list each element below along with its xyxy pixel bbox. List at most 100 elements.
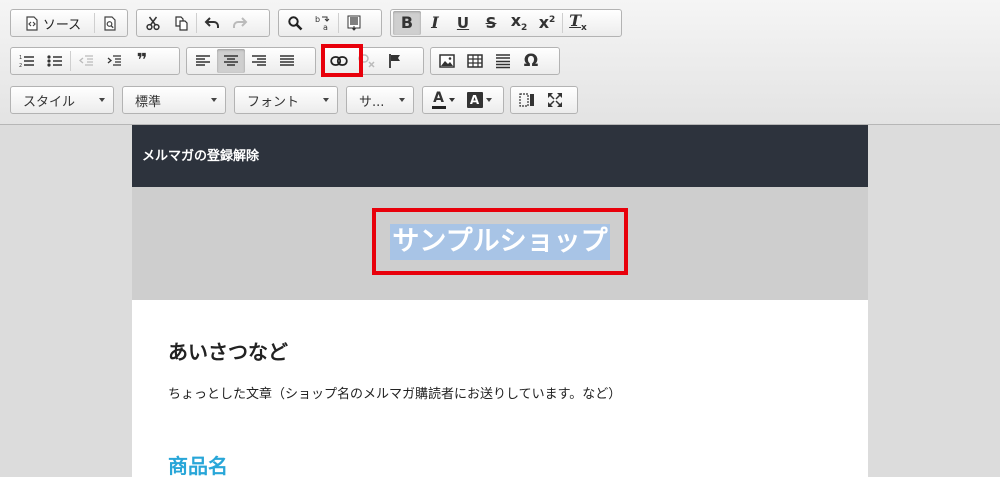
style-dropdown[interactable]: スタイル bbox=[10, 86, 114, 114]
insert-group: Ω bbox=[430, 47, 560, 75]
remove-format-icon: Tx bbox=[569, 11, 587, 34]
superscript-base: x bbox=[538, 12, 550, 32]
bold-icon: B bbox=[400, 13, 414, 32]
blockquote-button[interactable]: ❞ bbox=[128, 49, 156, 73]
horizontal-rule-icon bbox=[495, 53, 511, 69]
font-dropdown-label: フォント bbox=[247, 94, 300, 110]
subscript-base: x bbox=[510, 11, 522, 30]
svg-text:b: b bbox=[315, 15, 320, 24]
table-icon bbox=[467, 54, 483, 68]
bold-button[interactable]: B bbox=[393, 11, 421, 35]
underline-button[interactable]: U bbox=[449, 11, 477, 35]
undo-icon bbox=[204, 16, 220, 30]
svg-text:1: 1 bbox=[19, 55, 22, 61]
chevron-down-icon bbox=[399, 98, 405, 102]
unlink-icon bbox=[358, 54, 376, 68]
colors-group: A A bbox=[422, 86, 504, 114]
superscript-button[interactable]: x2 bbox=[533, 11, 561, 35]
copy-button[interactable] bbox=[167, 11, 195, 35]
scissors-icon bbox=[145, 15, 161, 31]
indent-icon bbox=[106, 54, 122, 68]
align-group bbox=[186, 47, 316, 75]
undo-button[interactable] bbox=[198, 11, 226, 35]
replace-button[interactable]: ba bbox=[309, 11, 337, 35]
image-button[interactable] bbox=[433, 49, 461, 73]
remove-format-mark: x bbox=[581, 23, 587, 33]
select-all-button[interactable] bbox=[340, 11, 368, 35]
align-center-button[interactable] bbox=[217, 49, 245, 73]
background-color-button[interactable]: A bbox=[461, 88, 497, 112]
source-icon bbox=[25, 15, 39, 31]
maximize-button[interactable] bbox=[541, 88, 569, 112]
special-char-button[interactable]: Ω bbox=[517, 49, 545, 73]
omega-icon: Ω bbox=[523, 50, 539, 71]
italic-button[interactable]: I bbox=[421, 11, 449, 35]
preview-icon bbox=[103, 15, 117, 31]
outdent-icon bbox=[78, 54, 94, 68]
text-color-letter: A bbox=[433, 90, 444, 106]
document-group: ソース bbox=[10, 9, 128, 37]
justify-button[interactable] bbox=[273, 49, 301, 73]
chevron-down-icon bbox=[485, 98, 492, 102]
editing-group: ba bbox=[278, 9, 382, 37]
find-button[interactable] bbox=[281, 11, 309, 35]
numbered-list-button[interactable]: 12 bbox=[13, 49, 41, 73]
shop-name-selected-text[interactable]: サンプルショップ bbox=[390, 223, 610, 260]
source-label: ソース bbox=[42, 17, 82, 33]
mail-template: メルマガの登録解除 サンプルショップ あいさつなど ちょっとした文章（ショップ名… bbox=[132, 125, 868, 477]
svg-text:a: a bbox=[323, 23, 328, 32]
maximize-icon bbox=[547, 92, 563, 108]
greeting-heading: あいさつなど bbox=[168, 340, 288, 364]
redo-button[interactable] bbox=[226, 11, 254, 35]
align-left-button[interactable] bbox=[189, 49, 217, 73]
unsubscribe-link[interactable]: メルマガの登録解除 bbox=[142, 149, 259, 164]
mail-banner: サンプルショップ bbox=[132, 187, 868, 300]
chevron-down-icon bbox=[99, 98, 105, 102]
format-dropdown-label: 標準 bbox=[135, 94, 162, 110]
mail-body: あいさつなど ちょっとした文章（ショップ名のメルマガ購読者にお送りしています。な… bbox=[132, 300, 868, 477]
size-dropdown[interactable]: サ... bbox=[346, 86, 414, 114]
subscript-icon: x2 bbox=[510, 11, 528, 34]
align-left-icon bbox=[195, 54, 211, 68]
format-dropdown[interactable]: 標準 bbox=[122, 86, 226, 114]
align-center-icon bbox=[223, 54, 239, 68]
indent-button[interactable] bbox=[100, 49, 128, 73]
outdent-button[interactable] bbox=[72, 49, 100, 73]
clipboard-group bbox=[136, 9, 270, 37]
flag-icon bbox=[388, 53, 402, 69]
bulleted-list-button[interactable] bbox=[41, 49, 69, 73]
numbered-list-icon: 12 bbox=[19, 54, 35, 68]
subscript-button[interactable]: x2 bbox=[505, 11, 533, 35]
separator bbox=[562, 13, 563, 33]
strike-button[interactable]: S bbox=[477, 11, 505, 35]
editor-content-area[interactable]: メルマガの登録解除 サンプルショップ あいさつなど ちょっとした文章（ショップ名… bbox=[0, 125, 1000, 477]
anchor-button[interactable] bbox=[381, 49, 409, 73]
horizontal-rule-button[interactable] bbox=[489, 49, 517, 73]
underline-icon: U bbox=[456, 13, 470, 32]
chevron-down-icon bbox=[323, 98, 329, 102]
paragraph-group: 12 ❞ bbox=[10, 47, 180, 75]
text-color-button[interactable]: A bbox=[425, 88, 461, 112]
table-button[interactable] bbox=[461, 49, 489, 73]
redo-icon bbox=[232, 16, 248, 30]
chevron-down-icon bbox=[448, 98, 455, 102]
background-color-letter: A bbox=[469, 93, 480, 107]
superscript-icon: x2 bbox=[538, 12, 556, 32]
background-color-icon: A bbox=[466, 92, 483, 108]
align-right-icon bbox=[251, 54, 267, 68]
replace-icon: ba bbox=[314, 14, 332, 32]
remove-format-base: T bbox=[569, 11, 582, 30]
chevron-down-icon bbox=[211, 98, 217, 102]
cut-button[interactable] bbox=[139, 11, 167, 35]
source-button[interactable]: ソース bbox=[13, 11, 93, 35]
show-blocks-button[interactable] bbox=[513, 88, 541, 112]
preview-button[interactable] bbox=[96, 11, 124, 35]
bulleted-list-icon bbox=[47, 54, 63, 68]
unlink-button[interactable] bbox=[353, 49, 381, 73]
link-button[interactable] bbox=[325, 49, 353, 73]
font-dropdown[interactable]: フォント bbox=[234, 86, 338, 114]
editor-toolbar: ソース b a B I U S x2 x2 Tx 1 2 ❞ Ω スタイル 標準… bbox=[0, 0, 1000, 125]
remove-format-button[interactable]: Tx bbox=[564, 11, 592, 35]
align-right-button[interactable] bbox=[245, 49, 273, 73]
svg-text:2: 2 bbox=[19, 63, 22, 68]
